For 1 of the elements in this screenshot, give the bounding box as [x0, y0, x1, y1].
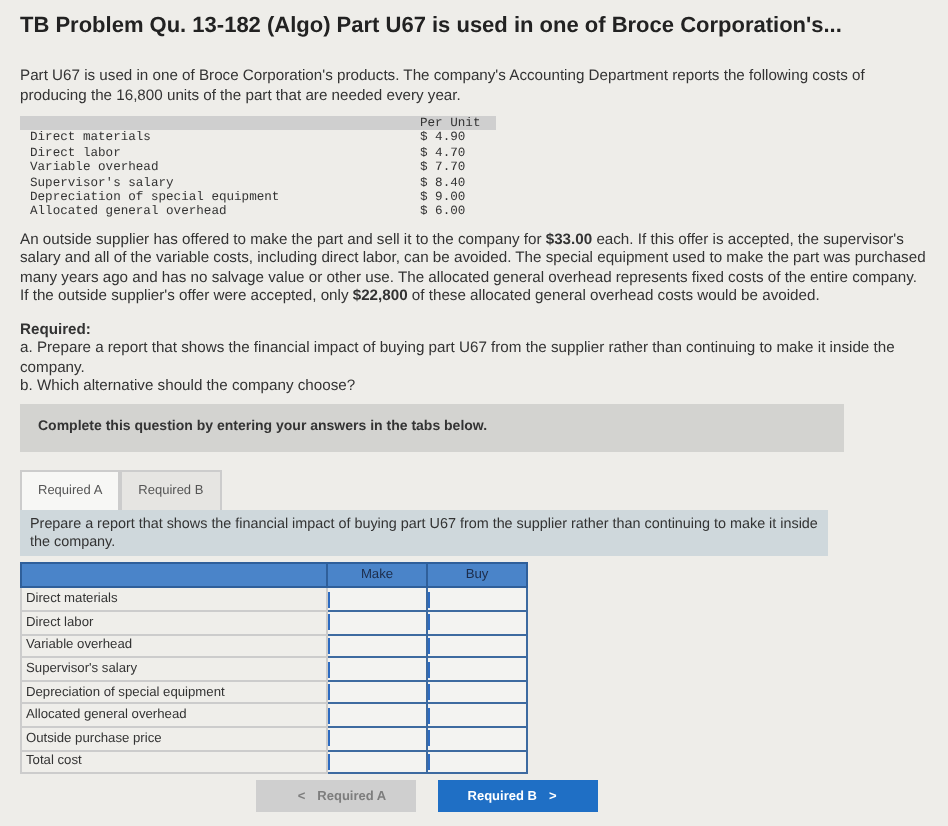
problem-title: TB Problem Qu. 13-182 (Algo) Part U67 is used in one of Broce Corporation's...	[20, 14, 844, 38]
